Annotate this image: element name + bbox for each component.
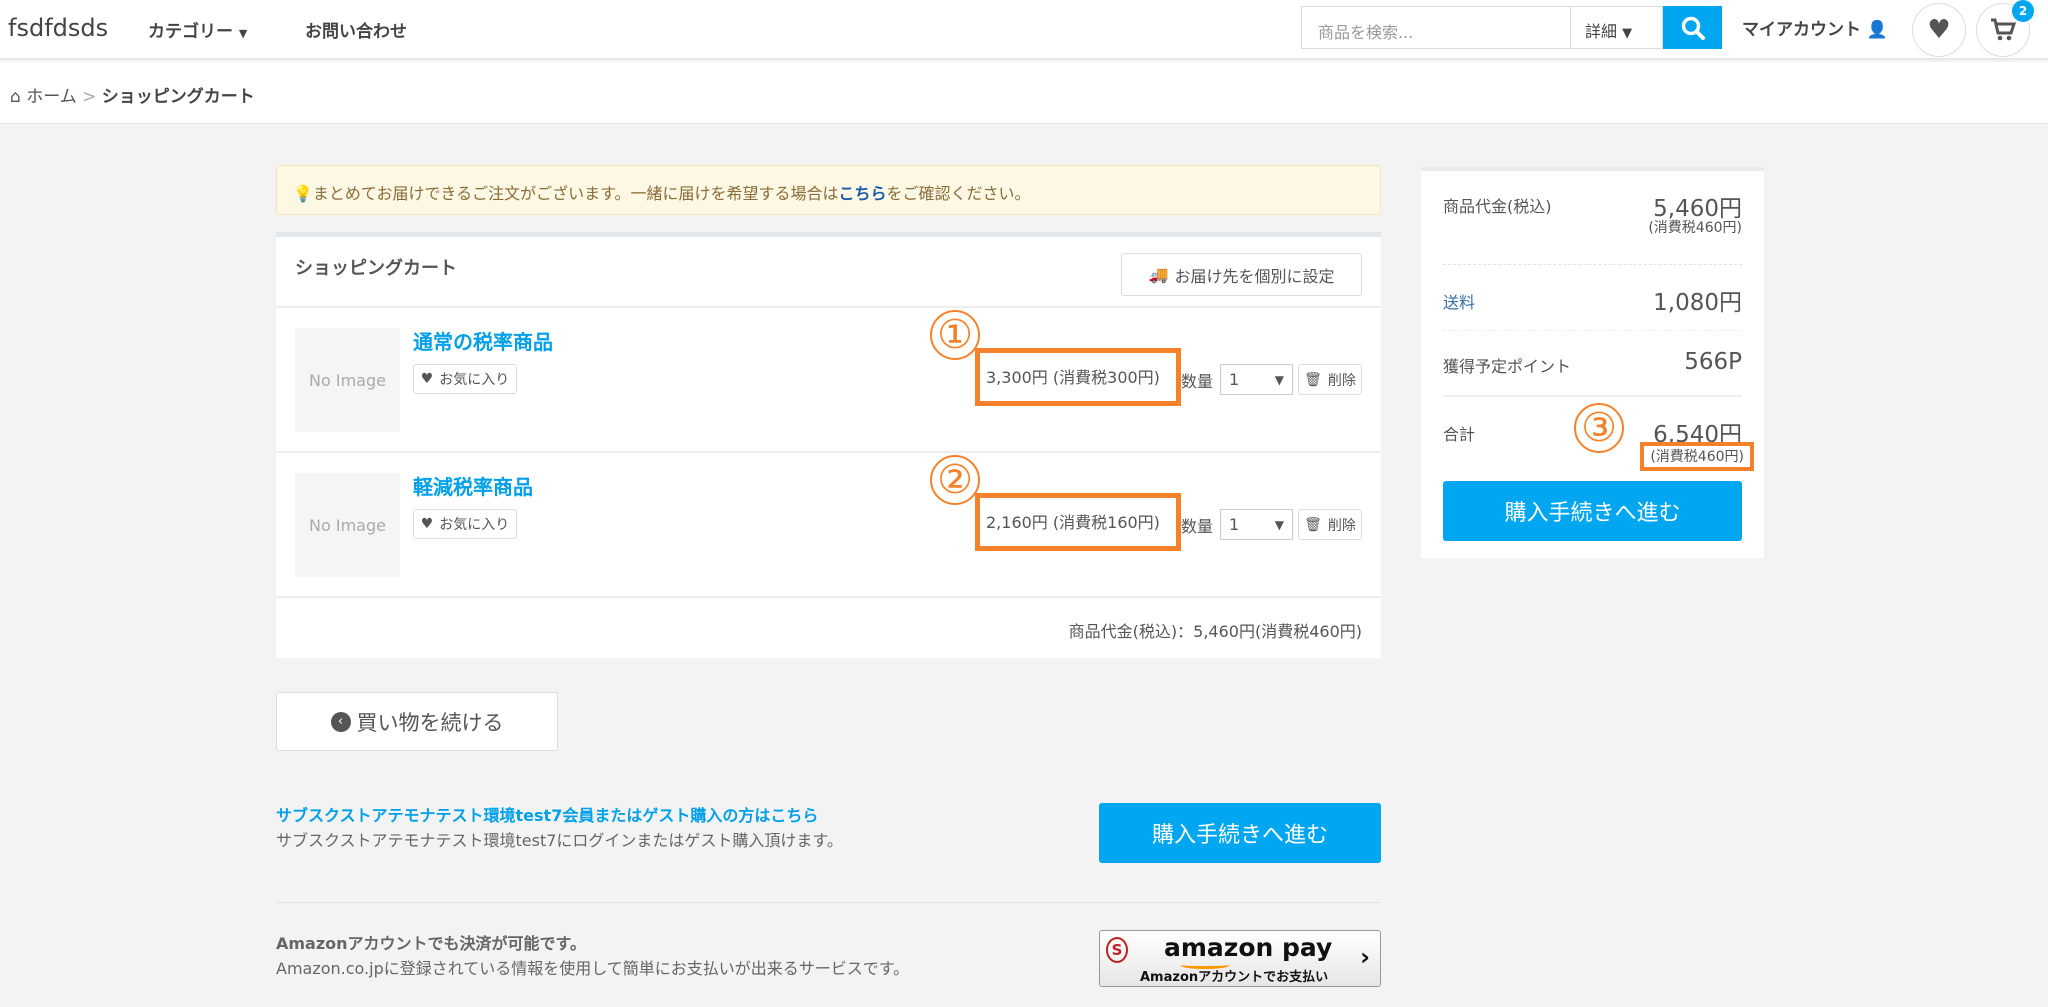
checkout-button[interactable]: 購入手続きへ進む — [1099, 803, 1381, 863]
quantity-select[interactable]: 1 ▼ — [1220, 364, 1293, 395]
quantity-select[interactable]: 1 ▼ — [1220, 509, 1293, 540]
delete-button[interactable]: 🗑 削除 — [1298, 364, 1362, 395]
caret-down-icon: ▼ — [1622, 26, 1633, 41]
member-checkout-link[interactable]: サブスクストアテモナテスト環境test7会員またはゲスト購入の方はこちら — [276, 802, 818, 826]
continue-shopping-button[interactable]: ‹ 買い物を続ける — [276, 692, 558, 751]
caret-down-icon: ▼ — [1274, 373, 1284, 387]
member-checkout-desc: サブスクストアテモナテスト環境test7にログインまたはゲスト購入頂けます。 — [276, 831, 843, 850]
summary-subtotal-tax: (消費税460円) — [1648, 220, 1742, 236]
search-input[interactable]: 商品を検索... — [1301, 6, 1571, 49]
product-name[interactable]: 軽減税率商品 — [413, 471, 533, 500]
nav-contact[interactable]: お問い合わせ — [305, 17, 407, 42]
summary-points: 566P — [1684, 349, 1742, 375]
notice-banner: 💡まとめてお届けできるご注文がございます。一緒に届けを希望する場合はこちらをご確… — [276, 165, 1381, 215]
amazon-title: Amazonアカウントでも決済が可能です。 — [276, 934, 586, 953]
quantity-label: 数量 — [1181, 517, 1214, 536]
caret-down-icon: ▼ — [1274, 518, 1284, 532]
breadcrumb-separator: > — [82, 87, 97, 107]
cart-count-badge: 2 — [2012, 0, 2034, 22]
nav-category[interactable]: カテゴリー ▼ — [148, 17, 247, 42]
item-price: 3,300円 (消費税300円) — [975, 348, 1181, 406]
favorites-button[interactable]: ♥ — [1912, 3, 1966, 57]
quantity-label: 数量 — [1181, 372, 1214, 391]
trash-icon: 🗑 — [1304, 371, 1322, 388]
user-icon: 👤 — [1866, 20, 1889, 40]
cart-subtotal-row: 商品代金(税込)：5,460円(消費税460円) — [276, 596, 1381, 658]
favorite-button[interactable]: ♥ お気に入り — [413, 364, 517, 394]
shipping-link[interactable]: 送料 — [1443, 289, 1475, 313]
my-account-link[interactable]: マイアカウント 👤 — [1742, 15, 1888, 40]
amazon-desc: Amazon.co.jpに登録されている情報を使用して簡単にお支払いが出来るサー… — [276, 959, 910, 978]
delete-button[interactable]: 🗑 削除 — [1298, 509, 1362, 540]
heart-icon: ♥ — [420, 516, 434, 532]
amazon-s-icon: S — [1106, 937, 1128, 963]
product-name[interactable]: 通常の税率商品 — [413, 326, 553, 355]
summary-points-row: 獲得予定ポイント 566P — [1443, 331, 1742, 397]
product-image[interactable]: No Image — [295, 473, 400, 577]
logo[interactable]: fsdfdsds — [8, 14, 108, 42]
favorite-button[interactable]: ♥ お気に入り — [413, 509, 517, 539]
summary-total-row: 合計 ③ 6,540円 (消費税460円) — [1443, 397, 1754, 477]
annotation-marker: ③ — [1574, 403, 1624, 453]
amazon-pay-button[interactable]: S amazon pay Amazonアカウントでお支払い › — [1099, 930, 1381, 987]
notice-link[interactable]: こちら — [839, 184, 887, 203]
cart-subtotal: 商品代金(税込)：5,460円(消費税460円) — [1068, 622, 1362, 641]
heart-icon: ♥ — [420, 371, 434, 387]
product-image[interactable]: No Image — [295, 328, 400, 432]
annotation-marker: ① — [930, 310, 980, 360]
amazon-pay-logo: amazon pay — [1164, 933, 1333, 962]
home-icon: ⌂ — [10, 87, 21, 107]
cart-panel: ショッピングカート 🚚 お届け先を個別に設定 No Image 通常の税率商品 ♥… — [276, 232, 1381, 658]
summary-checkout-button[interactable]: 購入手続きへ進む — [1443, 481, 1742, 541]
ship-separately-button[interactable]: 🚚 お届け先を個別に設定 — [1121, 253, 1362, 296]
amazon-pay-sub: Amazonアカウントでお支払い — [1140, 970, 1329, 985]
lightbulb-icon: 💡 — [293, 184, 313, 203]
breadcrumb-home[interactable]: ホーム — [26, 87, 77, 107]
chevron-left-circle-icon: ‹ — [330, 711, 351, 732]
truck-icon: 🚚 — [1148, 265, 1169, 284]
summary-subtotal-row: 商品代金(税込) 5,460円 (消費税460円) — [1443, 193, 1742, 265]
caret-down-icon: ▼ — [238, 27, 248, 40]
chevron-right-icon: › — [1360, 943, 1370, 971]
annotation-marker: ② — [930, 455, 980, 505]
heart-icon: ♥ — [1927, 15, 1951, 45]
summary-shipping: 1,080円 — [1653, 290, 1742, 316]
detail-search-button[interactable]: 詳細 ▼ — [1571, 6, 1663, 49]
search-button[interactable] — [1663, 6, 1722, 49]
trash-icon: 🗑 — [1304, 516, 1322, 533]
item-price: 2,160円 (消費税160円) — [975, 493, 1181, 551]
summary-shipping-row: 送料 1,080円 — [1443, 265, 1742, 331]
cart-icon — [1991, 18, 2016, 41]
breadcrumb: ⌂ ホーム > ショッピングカート — [0, 62, 2048, 124]
order-summary: 商品代金(税込) 5,460円 (消費税460円) 送料 1,080円 獲得予定… — [1421, 167, 1764, 558]
cart-title: ショッピングカート — [295, 258, 457, 279]
summary-total-tax: (消費税460円) — [1640, 442, 1754, 471]
breadcrumb-current: ショッピングカート — [101, 87, 255, 107]
search-icon — [1681, 16, 1705, 40]
cart-item-row: No Image 軽減税率商品 ♥ お気に入り ② 2,160円 (消費税160円… — [276, 451, 1381, 596]
cart-item-row: No Image 通常の税率商品 ♥ お気に入り ① 3,300円 (消費税300… — [276, 306, 1381, 451]
divider — [276, 902, 1381, 903]
header: fsdfdsds カテゴリー ▼ お問い合わせ 商品を検索... 詳細 ▼ マイ… — [0, 0, 2048, 60]
